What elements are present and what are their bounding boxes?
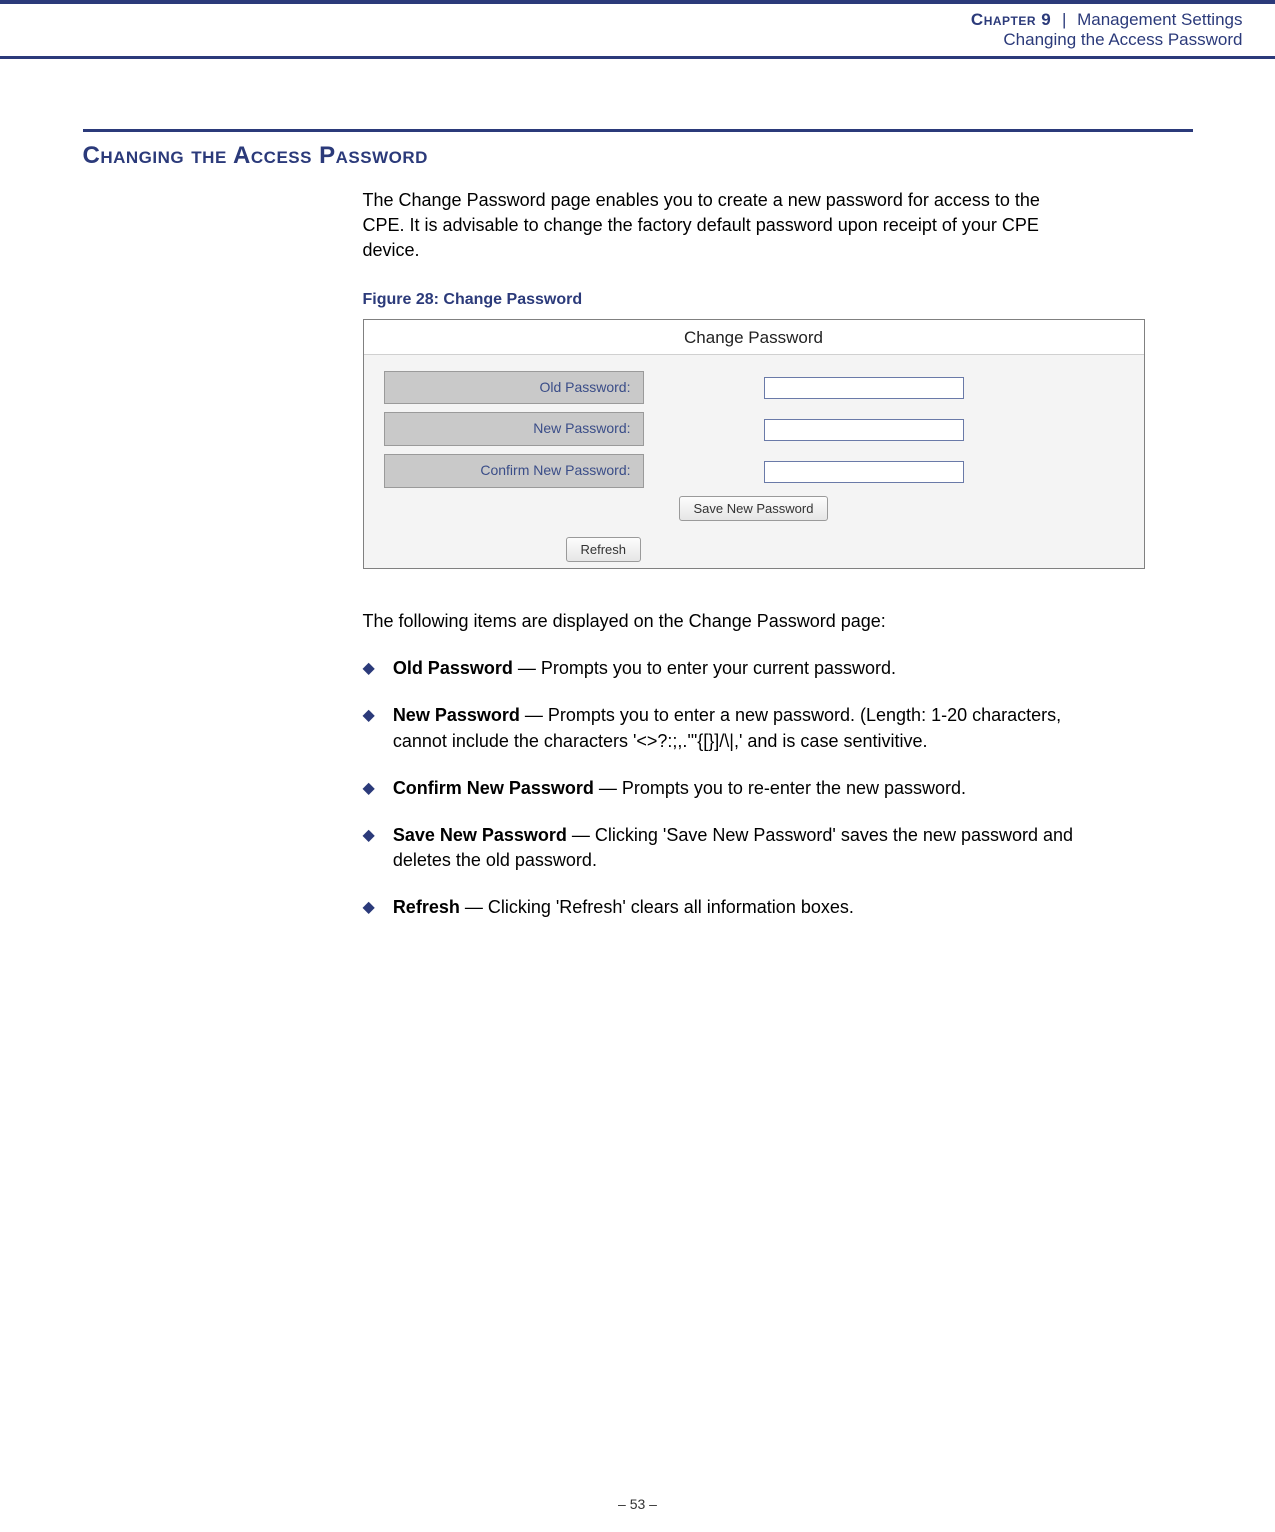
list-item: ◆ New Password — Prompts you to enter a …: [363, 703, 1103, 753]
item-term: New Password: [393, 705, 520, 725]
item-desc: — Clicking 'Refresh' clears all informat…: [460, 897, 854, 917]
page-header: Chapter 9 | Management Settings Changing…: [0, 0, 1275, 59]
input-old-password[interactable]: [764, 377, 964, 399]
list-item: ◆ Old Password — Prompts you to enter yo…: [363, 656, 1103, 681]
item-term: Save New Password: [393, 825, 567, 845]
figure-caption: Figure 28: Change Password: [363, 289, 1193, 311]
item-desc: — Prompts you to enter your current pass…: [513, 658, 896, 678]
diamond-bullet-icon: ◆: [363, 895, 393, 920]
figure-title: Change Password: [364, 320, 1144, 355]
figure-row-confirm-password: Confirm New Password:: [364, 454, 1144, 488]
list-intro: The following items are displayed on the…: [363, 609, 1193, 634]
diamond-bullet-icon: ◆: [363, 656, 393, 681]
item-term: Refresh: [393, 897, 460, 917]
header-separator: |: [1056, 10, 1072, 29]
chapter-title: Management Settings: [1077, 10, 1242, 29]
page-footer: – 53 –: [0, 1496, 1275, 1512]
diamond-bullet-icon: ◆: [363, 703, 393, 753]
label-old-password: Old Password:: [384, 371, 644, 405]
refresh-button[interactable]: Refresh: [566, 537, 642, 562]
diamond-bullet-icon: ◆: [363, 823, 393, 873]
list-item: ◆ Confirm New Password — Prompts you to …: [363, 776, 1103, 801]
list-item: ◆ Refresh — Clicking 'Refresh' clears al…: [363, 895, 1103, 920]
diamond-bullet-icon: ◆: [363, 776, 393, 801]
label-confirm-password: Confirm New Password:: [384, 454, 644, 488]
figure-row-new-password: New Password:: [364, 412, 1144, 446]
item-desc: — Prompts you to re-enter the new passwo…: [594, 778, 966, 798]
item-term: Old Password: [393, 658, 513, 678]
section-rule: [83, 129, 1193, 132]
list-item: ◆ Save New Password — Clicking 'Save New…: [363, 823, 1103, 873]
intro-paragraph: The Change Password page enables you to …: [363, 188, 1083, 264]
input-new-password[interactable]: [764, 419, 964, 441]
item-term: Confirm New Password: [393, 778, 594, 798]
chapter-label: Chapter 9: [971, 10, 1051, 29]
figure-row-old-password: Old Password:: [364, 371, 1144, 405]
chapter-subtitle: Changing the Access Password: [33, 30, 1243, 50]
label-new-password: New Password:: [384, 412, 644, 446]
input-confirm-password[interactable]: [764, 461, 964, 483]
section-heading: Changing the Access Password: [83, 142, 1193, 170]
save-new-password-button[interactable]: Save New Password: [679, 496, 829, 521]
figure-box: Change Password Old Password: New Passwo…: [363, 319, 1145, 569]
